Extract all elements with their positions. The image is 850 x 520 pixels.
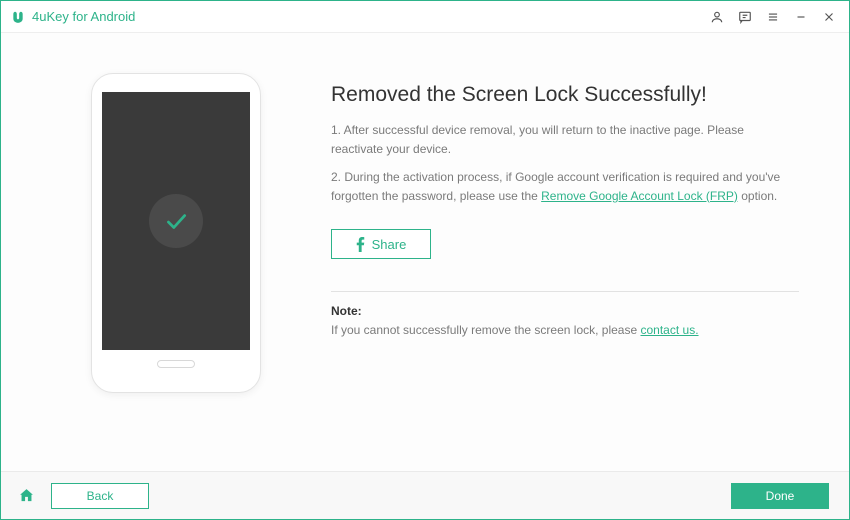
- phone-screen: [102, 92, 250, 350]
- facebook-icon: [356, 237, 365, 252]
- app-title: 4uKey for Android: [32, 9, 135, 24]
- instruction-step-2: 2. During the activation process, if Goo…: [331, 168, 799, 205]
- share-button[interactable]: Share: [331, 229, 431, 259]
- back-button[interactable]: Back: [51, 483, 149, 509]
- app-window: 4uKey for Android Removed the Screen Loc…: [0, 0, 850, 520]
- phone-home-button: [157, 360, 195, 368]
- done-button[interactable]: Done: [731, 483, 829, 509]
- home-icon[interactable]: [15, 485, 37, 507]
- close-button[interactable]: [815, 3, 843, 31]
- info-panel: Removed the Screen Lock Successfully! 1.…: [301, 73, 799, 461]
- frp-link[interactable]: Remove Google Account Lock (FRP): [541, 189, 738, 203]
- menu-icon[interactable]: [759, 3, 787, 31]
- note-text: If you cannot successfully remove the sc…: [331, 321, 799, 340]
- share-label: Share: [372, 237, 407, 252]
- instruction-step-1: 1. After successful device removal, you …: [331, 121, 799, 158]
- app-logo-icon: [11, 10, 25, 24]
- feedback-icon[interactable]: [731, 3, 759, 31]
- phone-illustration-wrap: [51, 73, 301, 461]
- titlebar-controls: [703, 3, 843, 31]
- note-label: Note:: [331, 304, 799, 318]
- titlebar: 4uKey for Android: [1, 1, 849, 33]
- footer-bar: Back Done: [1, 471, 849, 519]
- minimize-button[interactable]: [787, 3, 815, 31]
- note-prefix: If you cannot successfully remove the sc…: [331, 323, 641, 337]
- contact-us-link[interactable]: contact us.: [641, 323, 699, 337]
- phone-mockup: [91, 73, 261, 393]
- account-icon[interactable]: [703, 3, 731, 31]
- success-check-icon: [149, 194, 203, 248]
- divider: [331, 291, 799, 292]
- page-title: Removed the Screen Lock Successfully!: [331, 83, 799, 107]
- step2-suffix: option.: [738, 189, 777, 203]
- main-content: Removed the Screen Lock Successfully! 1.…: [1, 33, 849, 471]
